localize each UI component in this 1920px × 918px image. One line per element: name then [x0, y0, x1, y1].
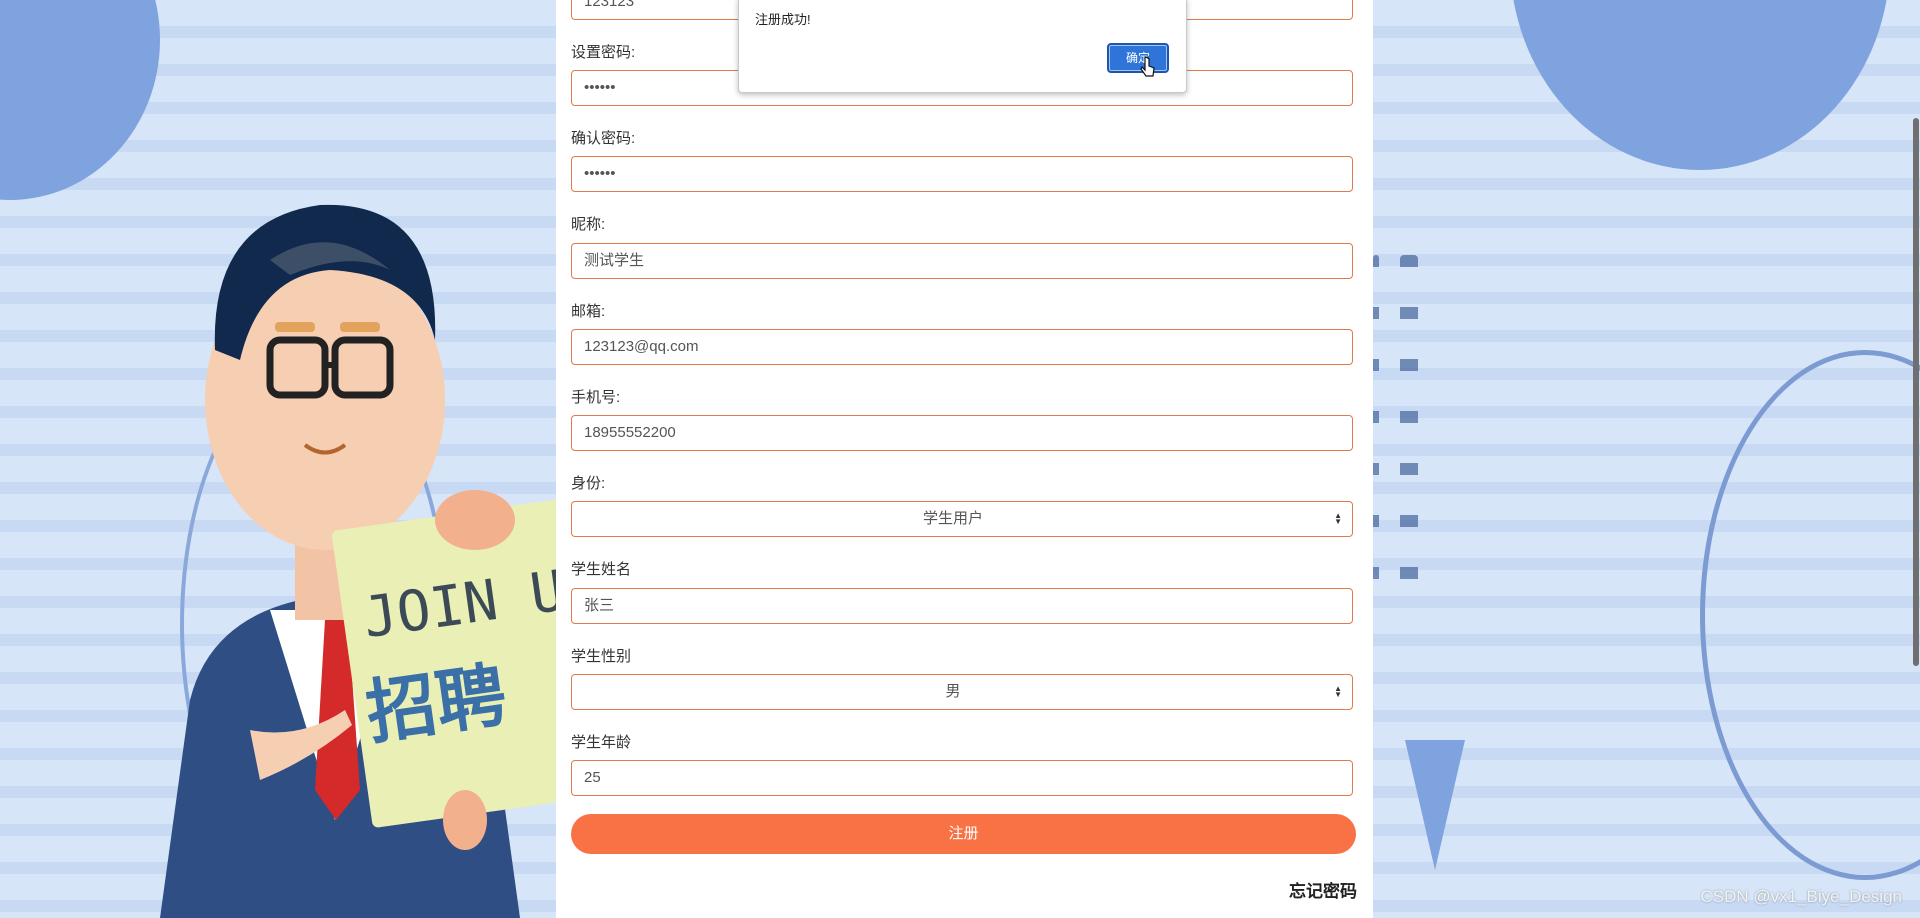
businessman-illustration: JOIN US 招聘 [160, 204, 560, 918]
student-age-label: 学生年龄 [571, 734, 632, 751]
register-button[interactable]: 注册 [571, 814, 1356, 854]
email-label: 邮箱: [571, 303, 606, 320]
student-name-input[interactable]: 张三 [571, 588, 1353, 624]
select-caret-icon: ▲ ▼ [1334, 684, 1342, 699]
student-name-label: 学生姓名 [571, 561, 632, 578]
student-gender-label: 学生性别 [571, 648, 632, 665]
role-label: 身份: [571, 475, 606, 492]
gender-select-value: 男 [945, 683, 961, 700]
background-dots [1373, 255, 1379, 595]
email-input[interactable]: 123123@qq.com [571, 329, 1353, 365]
role-select[interactable]: 学生用户 ▲ ▼ [571, 501, 1353, 537]
student-age-input[interactable]: 25 [571, 760, 1353, 796]
background-cone [1405, 740, 1465, 870]
alert-ok-button[interactable]: 确定 [1107, 43, 1169, 73]
registration-card: 123123 设置密码: •••••• 确认密码: •••••• 昵称: 测试学… [556, 0, 1373, 918]
role-select-value: 学生用户 [922, 510, 983, 527]
page: JOIN US 招聘 123123 设置密码: •••••• 确认密码: •••… [0, 0, 1920, 918]
nickname-label: 昵称: [571, 216, 606, 233]
watermark: CSDN @vx1_Biye_Design [1700, 887, 1902, 906]
scrollbar-thumb[interactable] [1913, 118, 1919, 666]
page-scrollbar[interactable] [1912, 0, 1920, 918]
phone-input[interactable]: 18955552200 [571, 415, 1353, 451]
forgot-password-link[interactable]: 忘记密码 [1289, 877, 1357, 902]
background-dots [1400, 255, 1418, 595]
confirm-password-input[interactable]: •••••• [571, 156, 1353, 192]
alert-message: 注册成功! [755, 12, 811, 27]
select-caret-icon: ▲ ▼ [1334, 511, 1342, 526]
mouse-cursor-icon [1140, 56, 1155, 77]
password-label: 设置密码: [571, 44, 636, 61]
phone-label: 手机号: [571, 389, 621, 406]
nickname-input[interactable]: 测试学生 [571, 243, 1353, 279]
confirm-password-label: 确认密码: [571, 130, 636, 147]
gender-select[interactable]: 男 ▲ ▼ [571, 674, 1353, 710]
alert-dialog: 注册成功! 确定 [738, 0, 1187, 93]
